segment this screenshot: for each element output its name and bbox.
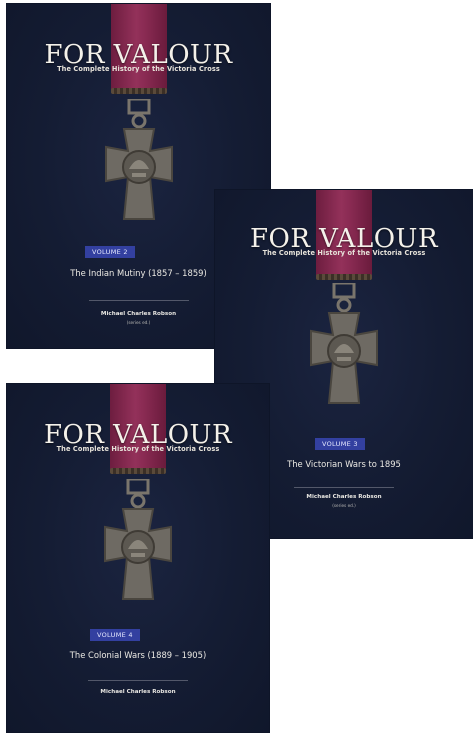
divider: [294, 487, 394, 488]
victoria-cross-medal-icon: [104, 479, 172, 600]
volume-title: The Colonial Wars (1889 – 1905): [69, 650, 207, 660]
volume-badge: VOLUME 3: [315, 438, 365, 450]
divider: [88, 300, 189, 301]
book-subtitle: The Complete History of the Victoria Cro…: [57, 65, 220, 73]
volume-badge: VOLUME 2: [85, 246, 135, 258]
victoria-cross-medal-icon: [310, 283, 378, 404]
author-name: Michael Charles Robson: [100, 689, 176, 695]
divider: [88, 680, 188, 681]
book-subtitle: The Complete History of the Victoria Cro…: [262, 249, 426, 257]
victoria-cross-medal-icon: [104, 99, 173, 220]
book-cover-volume-4[interactable]: FOR VALOUR The Complete History of the V…: [7, 384, 269, 732]
volume-badge: VOLUME 4: [90, 629, 140, 641]
book-subtitle: The Complete History of the Victoria Cro…: [56, 445, 220, 453]
